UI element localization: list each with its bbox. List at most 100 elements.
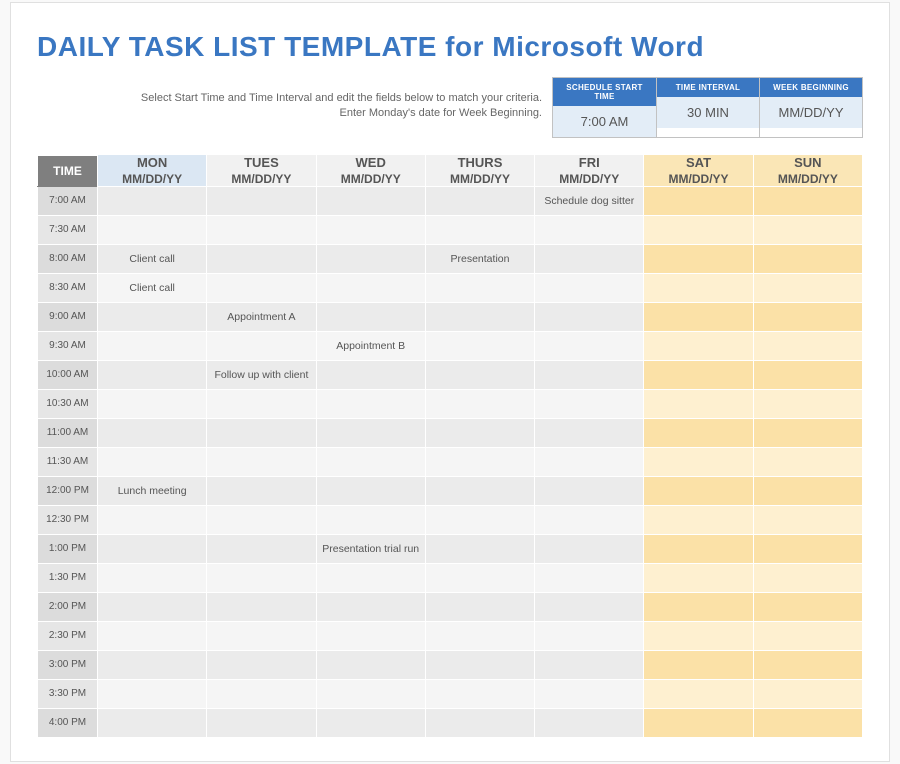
task-cell[interactable] <box>753 302 862 331</box>
task-cell[interactable] <box>535 273 644 302</box>
task-cell[interactable] <box>207 331 316 360</box>
task-cell[interactable] <box>644 708 753 737</box>
task-cell[interactable] <box>753 418 862 447</box>
task-cell[interactable] <box>316 244 425 273</box>
task-cell[interactable] <box>207 273 316 302</box>
task-cell[interactable] <box>316 563 425 592</box>
task-cell[interactable] <box>425 360 534 389</box>
task-cell[interactable] <box>207 215 316 244</box>
task-cell[interactable] <box>207 418 316 447</box>
task-cell[interactable] <box>207 447 316 476</box>
task-cell[interactable] <box>98 505 207 534</box>
task-cell[interactable] <box>425 592 534 621</box>
task-cell[interactable] <box>644 418 753 447</box>
task-cell[interactable] <box>644 534 753 563</box>
task-cell[interactable] <box>425 534 534 563</box>
task-cell[interactable] <box>316 302 425 331</box>
task-cell[interactable] <box>753 621 862 650</box>
task-cell[interactable] <box>316 186 425 215</box>
task-cell[interactable] <box>753 244 862 273</box>
task-cell[interactable]: Lunch meeting <box>98 476 207 505</box>
task-cell[interactable] <box>425 679 534 708</box>
setting-value[interactable]: 30 MIN <box>657 97 759 128</box>
task-cell[interactable] <box>535 621 644 650</box>
task-cell[interactable] <box>535 563 644 592</box>
task-cell[interactable] <box>425 418 534 447</box>
setting-value[interactable]: MM/DD/YY <box>760 97 862 128</box>
task-cell[interactable] <box>425 563 534 592</box>
task-cell[interactable] <box>425 650 534 679</box>
task-cell[interactable] <box>644 679 753 708</box>
task-cell[interactable] <box>98 679 207 708</box>
task-cell[interactable] <box>425 447 534 476</box>
task-cell[interactable] <box>535 592 644 621</box>
task-cell[interactable]: Presentation <box>425 244 534 273</box>
task-cell[interactable] <box>316 273 425 302</box>
task-cell[interactable] <box>644 621 753 650</box>
task-cell[interactable] <box>753 563 862 592</box>
task-cell[interactable] <box>425 476 534 505</box>
task-cell[interactable] <box>207 505 316 534</box>
task-cell[interactable] <box>98 215 207 244</box>
task-cell[interactable] <box>644 186 753 215</box>
task-cell[interactable] <box>98 708 207 737</box>
task-cell[interactable] <box>535 302 644 331</box>
task-cell[interactable] <box>98 331 207 360</box>
task-cell[interactable] <box>753 186 862 215</box>
task-cell[interactable] <box>425 302 534 331</box>
task-cell[interactable] <box>425 215 534 244</box>
task-cell[interactable] <box>644 331 753 360</box>
task-cell[interactable] <box>316 621 425 650</box>
task-cell[interactable] <box>644 505 753 534</box>
task-cell[interactable] <box>98 650 207 679</box>
task-cell[interactable] <box>316 650 425 679</box>
task-cell[interactable] <box>207 534 316 563</box>
task-cell[interactable] <box>644 215 753 244</box>
task-cell[interactable] <box>425 389 534 418</box>
task-cell[interactable] <box>644 563 753 592</box>
task-cell[interactable] <box>644 244 753 273</box>
task-cell[interactable] <box>535 476 644 505</box>
task-cell[interactable] <box>753 505 862 534</box>
task-cell[interactable] <box>98 534 207 563</box>
task-cell[interactable] <box>207 679 316 708</box>
task-cell[interactable] <box>753 360 862 389</box>
setting-value[interactable]: 7:00 AM <box>553 106 656 137</box>
task-cell[interactable] <box>207 592 316 621</box>
task-cell[interactable] <box>644 360 753 389</box>
task-cell[interactable]: Follow up with client <box>207 360 316 389</box>
day-date[interactable]: MM/DD/YY <box>535 172 643 186</box>
task-cell[interactable] <box>207 621 316 650</box>
task-cell[interactable] <box>753 592 862 621</box>
task-cell[interactable] <box>425 505 534 534</box>
task-cell[interactable] <box>535 447 644 476</box>
task-cell[interactable] <box>425 621 534 650</box>
task-cell[interactable] <box>644 302 753 331</box>
task-cell[interactable] <box>425 273 534 302</box>
task-cell[interactable] <box>753 389 862 418</box>
task-cell[interactable] <box>753 534 862 563</box>
task-cell[interactable] <box>316 592 425 621</box>
task-cell[interactable]: Appointment B <box>316 331 425 360</box>
day-date[interactable]: MM/DD/YY <box>754 172 862 186</box>
task-cell[interactable] <box>316 389 425 418</box>
task-cell[interactable] <box>98 302 207 331</box>
task-cell[interactable] <box>316 360 425 389</box>
task-cell[interactable] <box>207 186 316 215</box>
task-cell[interactable] <box>753 708 862 737</box>
task-cell[interactable] <box>753 476 862 505</box>
task-cell[interactable] <box>535 505 644 534</box>
task-cell[interactable] <box>535 708 644 737</box>
task-cell[interactable] <box>753 215 862 244</box>
task-cell[interactable] <box>207 476 316 505</box>
task-cell[interactable] <box>207 244 316 273</box>
task-cell[interactable] <box>753 447 862 476</box>
task-cell[interactable] <box>98 621 207 650</box>
task-cell[interactable] <box>98 418 207 447</box>
task-cell[interactable]: Client call <box>98 244 207 273</box>
task-cell[interactable] <box>753 273 862 302</box>
task-cell[interactable] <box>753 679 862 708</box>
task-cell[interactable] <box>644 273 753 302</box>
task-cell[interactable]: Appointment A <box>207 302 316 331</box>
task-cell[interactable] <box>316 505 425 534</box>
